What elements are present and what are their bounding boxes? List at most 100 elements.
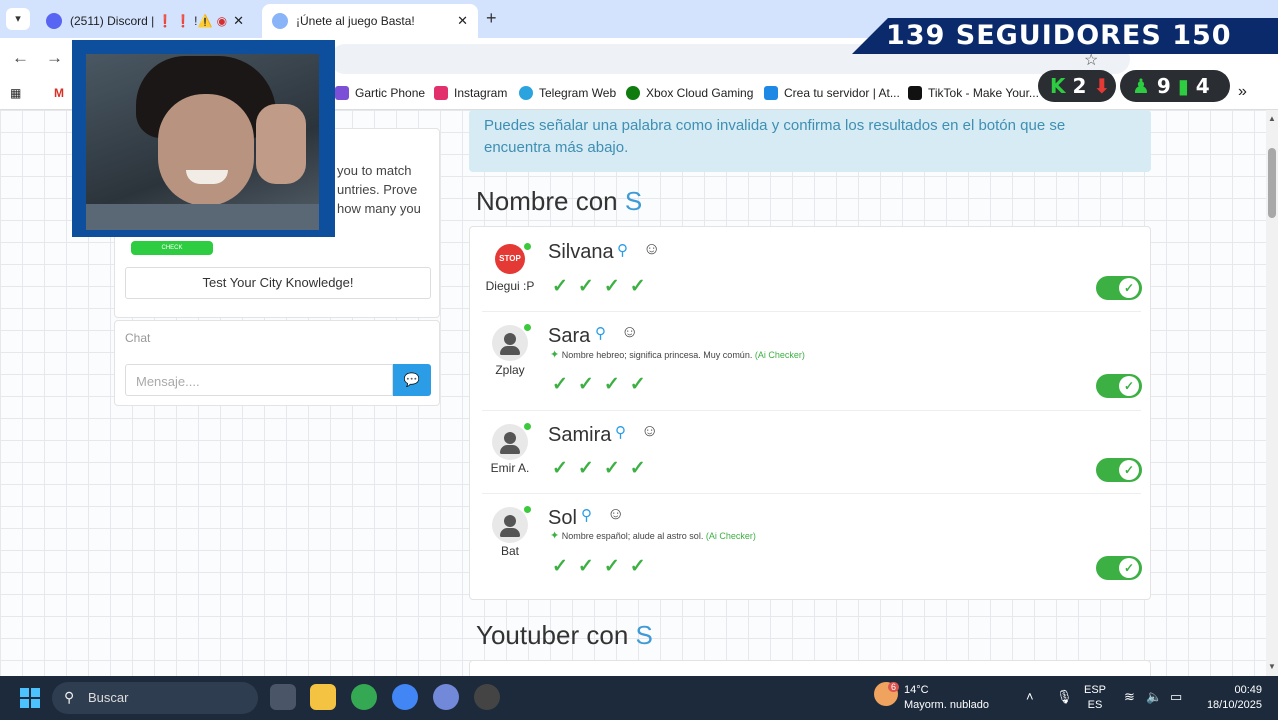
info-alert: Puedes señalar una palabra como invalida… bbox=[469, 110, 1151, 172]
taskbar-search[interactable]: ⚲ Buscar bbox=[52, 682, 258, 714]
validity-toggle[interactable]: ✓ bbox=[1096, 556, 1142, 580]
tab-basta[interactable]: ¡Únete al juego Basta! ✕ bbox=[262, 4, 478, 38]
close-tab-icon[interactable]: ✕ bbox=[457, 13, 468, 29]
person-icon: ♟ bbox=[1132, 74, 1150, 98]
discord-app-icon[interactable] bbox=[433, 684, 459, 710]
clock-date: 18/10/2025 bbox=[1206, 699, 1262, 711]
emoji-react-icon[interactable]: ☺ bbox=[621, 322, 638, 342]
wifi-icon[interactable]: ≋ bbox=[1124, 689, 1135, 704]
task-view-icon[interactable] bbox=[270, 684, 296, 710]
ai-checker-label: (Ai Checker) bbox=[705, 531, 756, 541]
language-indicator[interactable]: ESP ES bbox=[1084, 683, 1106, 713]
globe-icon bbox=[272, 13, 288, 29]
vote-checks: ✓✓✓✓ bbox=[552, 458, 656, 479]
bars-value: 4 bbox=[1195, 74, 1210, 98]
emoji-react-icon[interactable]: ☺ bbox=[641, 421, 658, 441]
online-indicator bbox=[524, 324, 531, 331]
quiz-text-line: how many you bbox=[337, 201, 421, 216]
back-arrow-icon[interactable]: ← bbox=[12, 48, 29, 68]
chrome-icon[interactable] bbox=[351, 684, 377, 710]
scrollbar-thumb[interactable] bbox=[1268, 148, 1276, 218]
search-icon: ⚲ bbox=[64, 689, 75, 705]
answer-word: Silvana bbox=[548, 241, 614, 263]
tab-discord[interactable]: (2511) Discord | ❗ ❗ !⚠️ ◉ ✕ bbox=[36, 4, 254, 38]
bookmark-label: Telegram Web bbox=[539, 86, 617, 100]
player-name: Diegui :P bbox=[485, 279, 535, 293]
online-indicator bbox=[524, 243, 531, 250]
windows-start-icon[interactable] bbox=[20, 688, 40, 708]
tab-search-dropdown-icon[interactable]: ▾ bbox=[6, 8, 30, 30]
player-name: Bat bbox=[500, 544, 519, 558]
volume-icon[interactable]: 🔈 bbox=[1146, 689, 1162, 704]
quiz-check-pill[interactable]: CHECK bbox=[131, 241, 213, 255]
scroll-down-icon[interactable]: ▼ bbox=[1268, 662, 1276, 671]
validity-toggle[interactable]: ✓ bbox=[1096, 458, 1142, 482]
bookmark-instagram[interactable]: Instagram bbox=[434, 86, 507, 100]
validity-toggle[interactable]: ✓ bbox=[1096, 374, 1142, 398]
stop-sign-avatar: STOP bbox=[495, 244, 525, 274]
battery-icon[interactable]: ▭ bbox=[1170, 689, 1182, 704]
check-icon: ✓ bbox=[1119, 460, 1139, 480]
telegram-icon bbox=[519, 86, 533, 100]
page-scrollbar[interactable]: ▲ ▼ bbox=[1266, 110, 1278, 676]
sparkle-icon: ✦ bbox=[550, 530, 560, 542]
answer-word: Samira bbox=[548, 424, 612, 446]
apps-grid-icon[interactable]: ▦ bbox=[10, 86, 21, 100]
bookmark-xbox[interactable]: Xbox Cloud Gaming bbox=[626, 86, 753, 100]
webcam-overlay bbox=[72, 40, 335, 237]
emoji-react-icon[interactable]: ☺ bbox=[607, 504, 624, 524]
bookmark-label: Crea tu servidor | At... bbox=[784, 86, 900, 100]
weather-widget[interactable]: 14°C Mayorm. nublado bbox=[904, 683, 989, 713]
more-bookmarks-button[interactable]: » bbox=[1238, 83, 1247, 101]
validity-toggle[interactable]: ✓ bbox=[1096, 276, 1142, 300]
followers-banner: 139 SEGUIDORES 150 bbox=[852, 18, 1278, 54]
gmail-icon[interactable]: M bbox=[54, 86, 64, 100]
player-name: Emir A. bbox=[490, 461, 530, 475]
clock[interactable]: 00:49 18/10/2025 bbox=[1200, 683, 1262, 713]
bookmark-telegram[interactable]: Telegram Web bbox=[519, 86, 616, 100]
answer-word: Sol bbox=[548, 507, 577, 529]
bookmark-aternos[interactable]: Crea tu servidor | At... bbox=[764, 86, 900, 100]
file-explorer-icon[interactable] bbox=[310, 684, 336, 710]
chat-send-button[interactable]: 💬 bbox=[393, 364, 431, 396]
bookmark-gartic-phone[interactable]: Gartic Phone bbox=[335, 86, 425, 100]
aternos-icon bbox=[764, 86, 778, 100]
kick-stat-badge: K 2 ⬇ bbox=[1038, 70, 1116, 102]
kick-logo-icon: K bbox=[1050, 74, 1066, 98]
down-arrow-icon: ⬇ bbox=[1093, 74, 1111, 98]
vote-checks: ✓✓✓✓ bbox=[552, 556, 656, 577]
ai-note: ✦ Nombre hebreo; significa princesa. Muy… bbox=[550, 348, 805, 361]
answer-row: Zplay Sara ⚲ ☺ ✦ Nombre hebreo; signific… bbox=[482, 312, 1142, 411]
sparkle-icon: ✦ bbox=[550, 349, 560, 361]
chat-bubble-icon: 💬 bbox=[403, 372, 421, 387]
search-icon[interactable]: ⚲ bbox=[595, 324, 606, 342]
viewers-stat-badge: ♟ 9 ▮ 4 bbox=[1120, 70, 1230, 102]
kick-value: 2 bbox=[1072, 74, 1087, 98]
instagram-icon bbox=[434, 86, 448, 100]
search-icon[interactable]: ⚲ bbox=[581, 506, 592, 524]
online-indicator bbox=[524, 506, 531, 513]
microphone-icon[interactable]: 🎙 bbox=[1056, 689, 1073, 704]
tab-title: ¡Únete al juego Basta! bbox=[296, 14, 415, 28]
avatar bbox=[492, 325, 528, 361]
obs-icon[interactable] bbox=[474, 684, 500, 710]
bar-chart-icon: ▮ bbox=[1177, 74, 1189, 98]
clock-time: 00:49 bbox=[1234, 684, 1262, 696]
language-top: ESP bbox=[1084, 684, 1107, 696]
scroll-up-icon[interactable]: ▲ bbox=[1268, 114, 1276, 123]
search-icon[interactable]: ⚲ bbox=[615, 423, 626, 441]
search-icon[interactable]: ⚲ bbox=[617, 241, 628, 259]
tray-chevron-icon[interactable]: ˄ bbox=[1026, 689, 1034, 704]
answer-row: Emir A. Samira ⚲ ☺ ✓✓✓✓ ✓ bbox=[482, 411, 1142, 494]
gartic-phone-icon bbox=[335, 86, 349, 100]
emoji-react-icon[interactable]: ☺ bbox=[643, 239, 660, 259]
bookmark-tiktok[interactable]: TikTok - Make Your... bbox=[908, 86, 1039, 100]
chat-message-input[interactable]: Mensaje.... bbox=[125, 364, 393, 396]
answers-card: STOP Diegui :P Silvana ⚲ ☺ ✓✓✓✓ ✓ Zplay … bbox=[469, 226, 1151, 600]
new-tab-button[interactable]: + bbox=[486, 8, 497, 29]
test-city-knowledge-button[interactable]: Test Your City Knowledge! bbox=[125, 267, 431, 299]
close-tab-icon[interactable]: ✕ bbox=[233, 13, 244, 29]
bookmark-label: TikTok - Make Your... bbox=[928, 86, 1039, 100]
forward-arrow-icon[interactable]: → bbox=[46, 48, 63, 68]
chrome-active-icon[interactable] bbox=[392, 684, 418, 710]
